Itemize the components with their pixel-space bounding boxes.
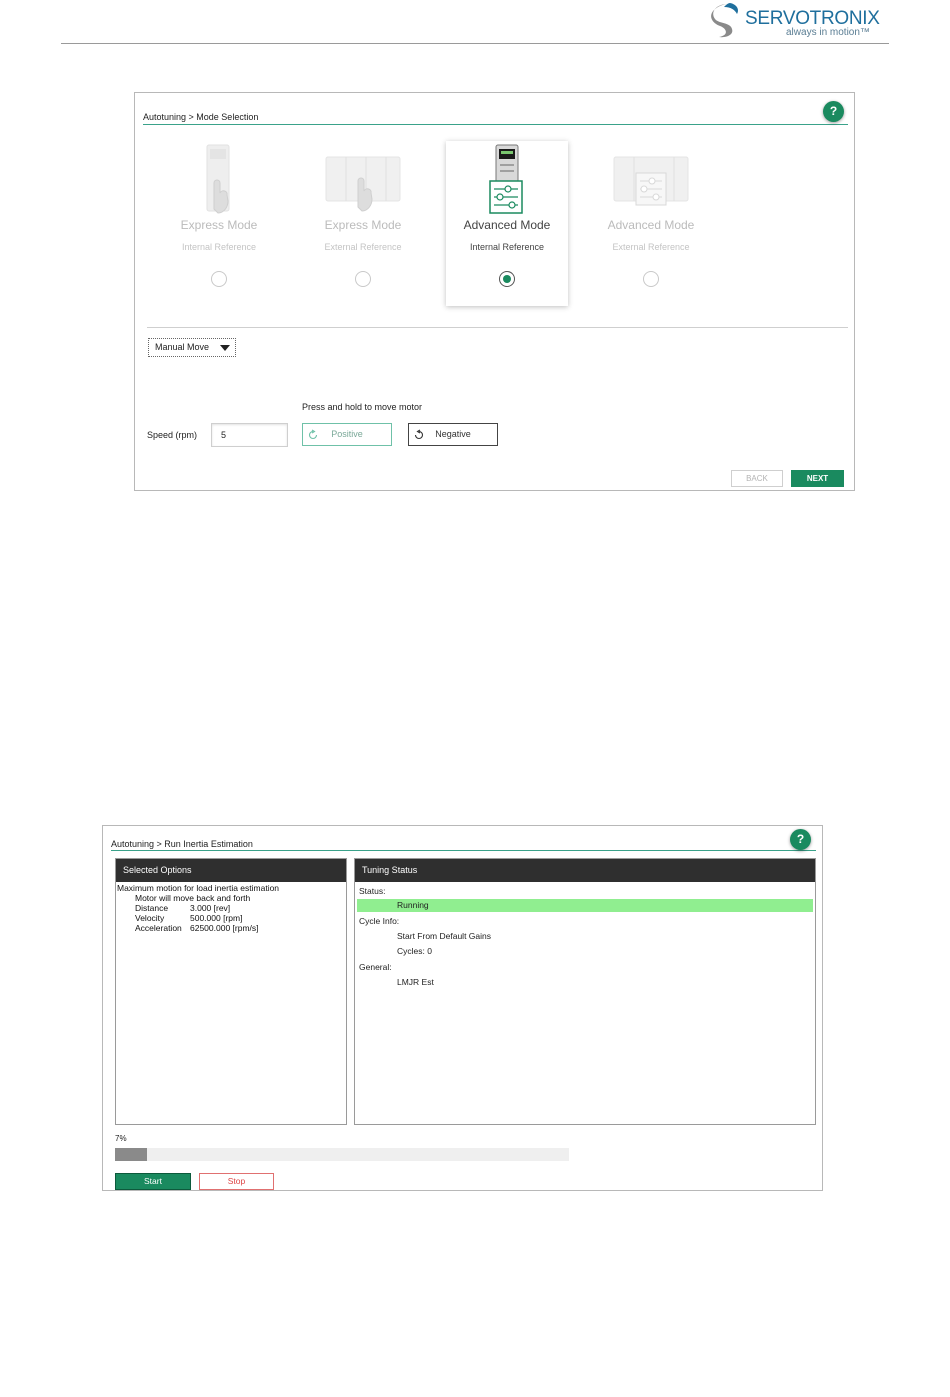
tuning-status-box: Tuning Status Status: Running Cycle Info…: [354, 858, 816, 1125]
next-button[interactable]: NEXT: [791, 470, 844, 487]
negative-label: Negative: [435, 429, 471, 439]
general-label: General:: [359, 962, 392, 972]
move-hint: Press and hold to move motor: [302, 402, 423, 412]
mode-radio-selected[interactable]: [499, 271, 515, 287]
start-button[interactable]: Start: [115, 1173, 191, 1190]
controller-sliders-icon: [613, 156, 689, 206]
brand-tagline: always in motion™: [786, 27, 870, 38]
selected-options-box: Selected Options Maximum motion for load…: [115, 858, 347, 1125]
progress-bar: [115, 1148, 569, 1161]
back-button[interactable]: BACK: [731, 470, 783, 487]
status-label: Status:: [359, 886, 386, 896]
servotronix-swirl-icon: [711, 3, 739, 38]
progress-fill: [115, 1148, 147, 1161]
mode-subtitle: External Reference: [612, 242, 690, 252]
mode-card-express-external[interactable]: Express Mode External Reference: [302, 141, 424, 306]
breadcrumb: Autotuning > Mode Selection: [143, 112, 259, 122]
option-value: 62500.000 [rpm/s]: [190, 923, 259, 933]
help-button[interactable]: ?: [823, 101, 844, 122]
option-label: Acceleration: [135, 923, 182, 933]
selected-options-header: Selected Options: [116, 859, 346, 882]
header-divider: [61, 43, 889, 44]
mode-subtitle: Internal Reference: [181, 242, 257, 252]
motion-type-dropdown[interactable]: Manual Move: [148, 338, 236, 357]
breadcrumb: Autotuning > Run Inertia Estimation: [111, 839, 253, 849]
tuning-status-header: Tuning Status: [355, 859, 815, 882]
option-value: 500.000 [rpm]: [190, 913, 243, 923]
options-heading: Maximum motion for load inertia estimati…: [117, 883, 280, 893]
status-running-bar: Running: [357, 899, 813, 912]
mode-title: Advanced Mode: [463, 218, 551, 232]
mode-card-advanced-internal[interactable]: Advanced Mode Internal Reference: [446, 141, 568, 306]
general-value: LMJR Est: [397, 977, 434, 987]
mode-card-advanced-external[interactable]: Advanced Mode External Reference: [590, 141, 712, 306]
mode-subtitle: External Reference: [324, 242, 402, 252]
inertia-estimation-panel: Autotuning > Run Inertia Estimation ? Se…: [102, 825, 823, 1191]
radio-dot: [503, 275, 511, 283]
mode-selection-panel: Autotuning > Mode Selection ? Express Mo…: [134, 92, 855, 491]
stop-button[interactable]: Stop: [199, 1173, 274, 1190]
mode-title: Express Mode: [324, 218, 402, 232]
chevron-down-icon: [220, 345, 230, 351]
speed-input[interactable]: 5: [211, 423, 288, 447]
option-label: Distance: [135, 903, 169, 913]
section-divider: [147, 327, 848, 328]
mode-title: Advanced Mode: [607, 218, 695, 232]
mode-subtitle: Internal Reference: [469, 242, 545, 252]
drive-sliders-icon: [489, 144, 523, 214]
positive-jog-button[interactable]: Positive: [302, 423, 392, 446]
cycle-info-label: Cycle Info:: [359, 916, 400, 926]
breadcrumb-underline: [111, 850, 816, 851]
drive-hand-icon: [206, 144, 230, 214]
breadcrumb-underline: [143, 124, 848, 125]
progress-percent: 7%: [115, 1134, 127, 1143]
rotate-clockwise-icon: [308, 429, 318, 440]
servotronix-logo: SERVOTRONIX always in motion™: [706, 2, 881, 40]
speed-label: Speed (rpm): [147, 430, 198, 440]
positive-label: Positive: [331, 429, 363, 439]
mode-radio[interactable]: [355, 271, 371, 287]
help-button[interactable]: ?: [790, 829, 811, 850]
cycle-start: Start From Default Gains: [397, 931, 492, 941]
option-label: Velocity: [135, 913, 165, 923]
negative-jog-button[interactable]: Negative: [408, 423, 498, 446]
cycles-count: Cycles: 0: [397, 946, 432, 956]
status-value: Running: [397, 900, 429, 910]
rotate-counterclockwise-icon: [414, 429, 424, 440]
mode-radio[interactable]: [211, 271, 227, 287]
dropdown-value: Manual Move: [155, 342, 210, 352]
mode-title: Express Mode: [180, 218, 258, 232]
mode-radio[interactable]: [643, 271, 659, 287]
mode-card-express-internal[interactable]: Express Mode Internal Reference: [158, 141, 280, 306]
option-value: 3.000 [rev]: [190, 903, 231, 913]
options-note: Motor will move back and forth: [135, 893, 251, 903]
controller-hand-icon: [325, 156, 401, 212]
